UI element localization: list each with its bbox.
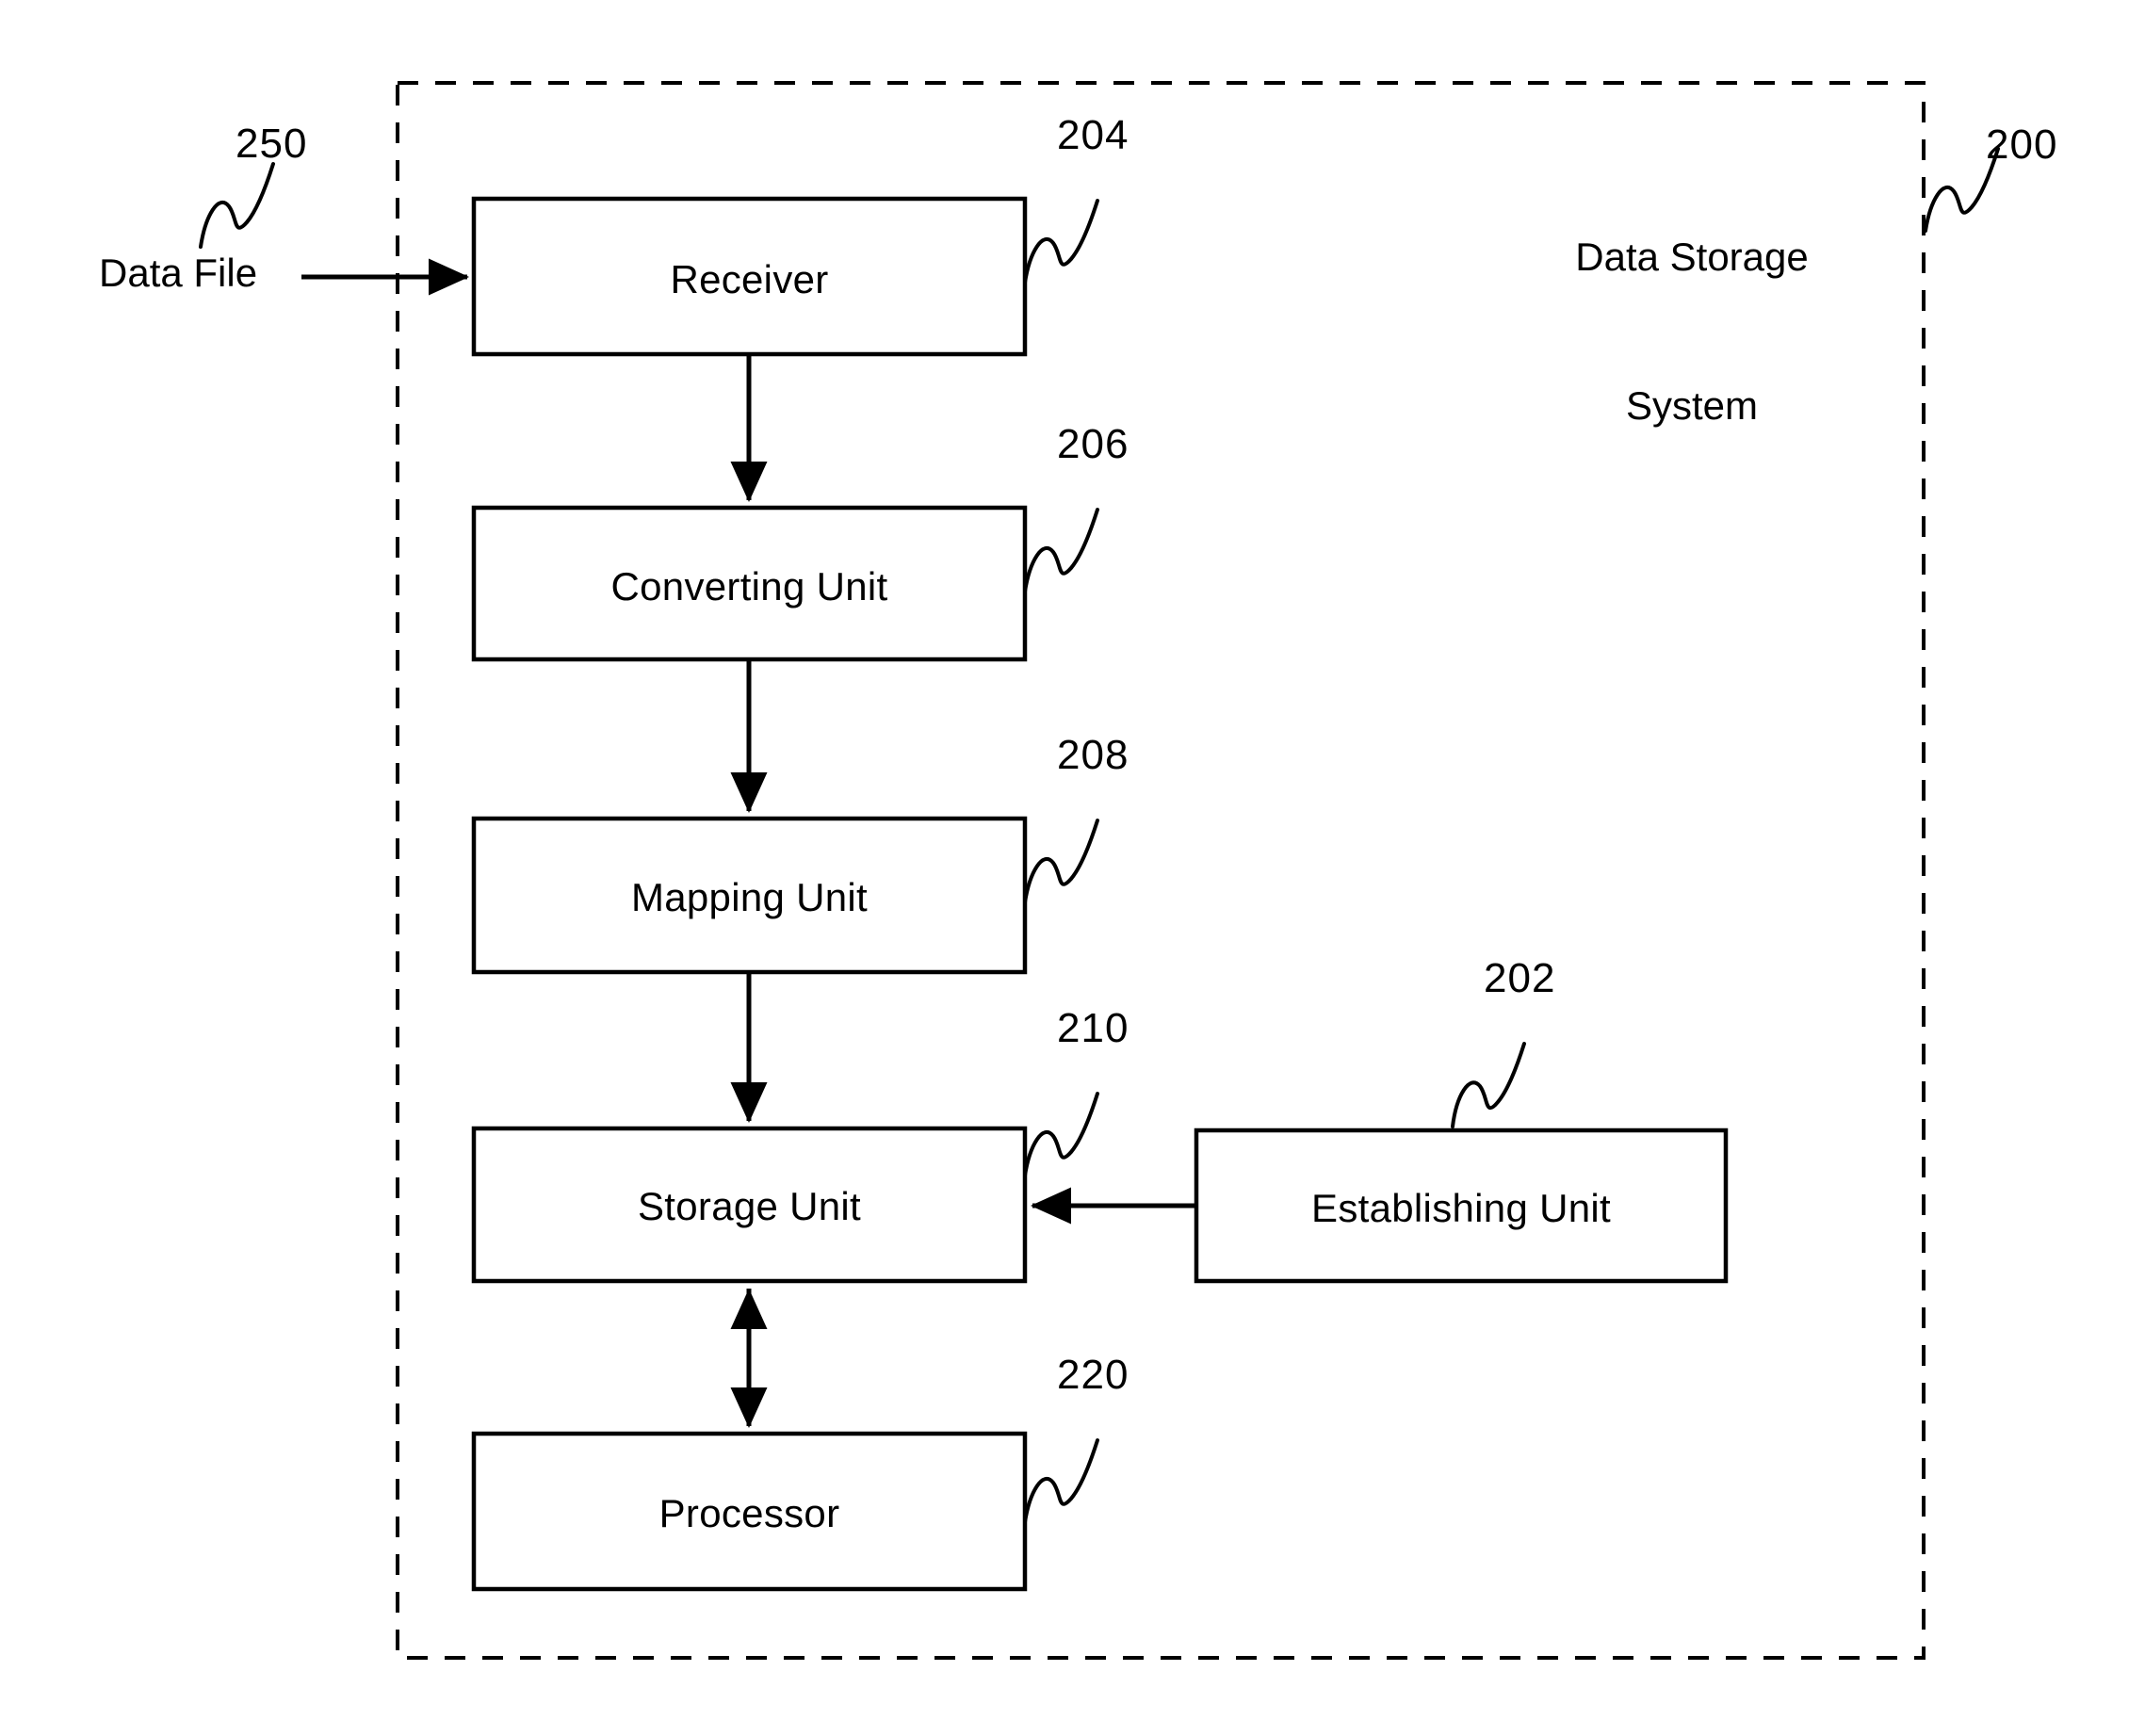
leader-204	[1023, 199, 1099, 284]
leader-220	[1023, 1438, 1099, 1524]
leader-202	[1451, 1042, 1526, 1128]
system-title-line-2: System	[1625, 382, 1759, 428]
leader-208	[1023, 819, 1099, 904]
ref-number-220: 220	[1057, 1352, 1129, 1398]
ref-number-208: 208	[1057, 732, 1129, 778]
leader-250	[199, 162, 275, 249]
ref-number-210: 210	[1057, 1005, 1129, 1051]
ref-number-202: 202	[1484, 955, 1556, 1001]
ref-number-204: 204	[1057, 112, 1129, 158]
ref-number-206: 206	[1057, 421, 1129, 467]
figure-canvas: 250 Data File Data Storage System 200 Re…	[0, 0, 2145, 1736]
ref-number-200: 200	[1986, 122, 2058, 168]
input-label-data-file: Data File	[99, 251, 258, 295]
block-label-mapping-unit: Mapping Unit	[630, 875, 869, 919]
block-label-establishing-unit: Establishing Unit	[1311, 1186, 1611, 1230]
ref-number-250: 250	[236, 121, 308, 167]
block-label-storage-unit: Storage Unit	[637, 1184, 862, 1228]
block-label-processor: Processor	[658, 1491, 840, 1535]
system-title: Data Storage System	[1551, 134, 1833, 529]
block-label-converting-unit: Converting Unit	[610, 564, 888, 608]
leader-210	[1023, 1092, 1099, 1177]
system-title-line-1: Data Storage	[1575, 235, 1809, 279]
leader-206	[1023, 508, 1099, 593]
block-label-receiver: Receiver	[670, 257, 829, 301]
